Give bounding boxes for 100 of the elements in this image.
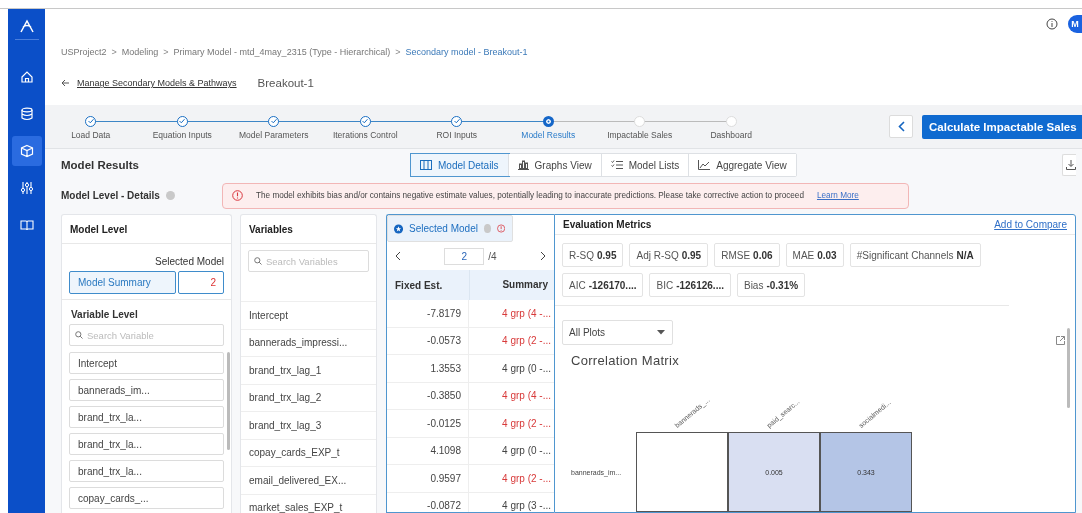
checklist-icon	[610, 160, 623, 170]
sliders-icon	[19, 181, 34, 195]
chart-title: Correlation Matrix	[571, 353, 680, 368]
table-cell: market_sales_EXP_t	[249, 502, 343, 513]
table-cell-text: 4 grp (4 -...	[501, 307, 552, 319]
step-label[interactable]: Model Results	[521, 129, 576, 140]
page-total: /4	[488, 250, 497, 262]
breadcrumb-link[interactable]: Modeling	[121, 47, 159, 57]
download-button[interactable]	[1062, 154, 1076, 176]
database-icon	[19, 107, 34, 121]
table-cell: -7.8179	[387, 300, 469, 327]
book-icon	[19, 218, 34, 232]
table-cell: -0.3850	[387, 382, 469, 409]
home-icon	[19, 70, 34, 84]
back-link[interactable]: Manage Secondary Models & Pathways	[77, 78, 237, 88]
metric-chip: MAE 0.03	[785, 243, 844, 267]
step-label[interactable]: Dashboard	[710, 129, 753, 140]
page-field[interactable]: 2	[444, 247, 485, 265]
warning-icon	[232, 190, 243, 201]
back-arrow-icon[interactable]	[61, 79, 70, 87]
table-cell-text: 4 grp (3 -...	[501, 500, 552, 512]
search-field[interactable]: Search Variables	[248, 250, 369, 272]
step-label[interactable]: Load Data	[71, 129, 111, 140]
table-cell: brand_trx_lag_2	[249, 392, 322, 404]
info-icon[interactable]	[1046, 18, 1058, 30]
add-to-compare-link[interactable]: Add to Compare	[994, 219, 1067, 230]
breadcrumb-link[interactable]: Primary Model - mtd_4may_2315 (Type - Hierarchical)	[173, 47, 391, 57]
section-title: Model Results	[61, 159, 140, 171]
variable-item[interactable]: brand_trx_la...	[69, 406, 224, 428]
search-field[interactable]: Search Variable	[69, 324, 224, 346]
page-title: Breakout-1	[257, 77, 314, 89]
subtitle: Model Level - Details	[61, 190, 160, 201]
table-cell-text: 4 grp (2 -...	[501, 472, 552, 484]
calculate-impactable-sales-button[interactable]: Calculate Impactable Sales	[922, 114, 1082, 139]
variable-item[interactable]: brand_trx_la...	[69, 460, 224, 482]
table-cell: bannerads_impressi...	[249, 337, 348, 349]
step-label[interactable]: Model Parameters	[239, 129, 309, 140]
column-header: Fixed Est.	[394, 279, 444, 291]
chevron-left-icon	[897, 121, 905, 132]
breadcrumb-separator: >	[111, 47, 117, 57]
view-tab[interactable]: Graphs View	[508, 154, 602, 176]
panel-title: Evaluation Metrics	[563, 219, 652, 230]
table-cell: Intercept	[249, 309, 288, 321]
metric-chip: RMSE 0.06	[714, 243, 780, 267]
table-cell: brand_trx_lag_3	[249, 419, 322, 431]
table-cell-text: 4 grp (2 -...	[501, 417, 552, 429]
metric-chip: BIC -126126....	[649, 273, 731, 297]
previous-button[interactable]	[889, 115, 913, 138]
metric-chip: R-SQ 0.95	[562, 243, 624, 267]
table-cell: 4.1098	[387, 437, 469, 464]
table-cell: copay_cards_EXP_t	[249, 447, 340, 459]
table-cell: brand_trx_lag_1	[249, 364, 322, 376]
breadcrumb-link[interactable]: USProject2	[61, 47, 107, 57]
variable-item[interactable]: copay_cards_...	[69, 487, 224, 509]
model-summary-button[interactable]: Model Summary	[69, 271, 176, 294]
chevron-left-icon[interactable]	[395, 251, 401, 261]
step-label[interactable]: Iterations Control	[332, 129, 398, 140]
breadcrumb-separator: >	[163, 47, 169, 57]
table-cell-text: 4 grp (2 -...	[501, 335, 552, 347]
scrollbar[interactable]	[1067, 328, 1070, 408]
table-cell-text: 4 grp (0 -...	[501, 445, 552, 457]
table-cell-text: 4 grp (4 -...	[501, 390, 552, 402]
plot-dropdown[interactable]: All Plots	[562, 320, 673, 345]
caret-icon	[657, 330, 665, 335]
view-tab[interactable]: Model Details	[411, 154, 509, 176]
table-cell: -0.0125	[387, 410, 469, 437]
learn-more-link[interactable]: Learn More	[816, 191, 859, 200]
chevron-right-icon[interactable]	[540, 251, 546, 261]
alert-message: The model exhibits bias and/or contains negative estimate values, potentially leading to inaccurate predictions. Please take corrective action to proceed	[256, 191, 804, 200]
warning-icon	[496, 223, 505, 234]
scrollbar[interactable]	[227, 352, 230, 450]
breadcrumb-link[interactable]: Secondary model - Breakout-1	[405, 47, 528, 57]
panel-title: Variables	[249, 223, 293, 235]
star-badge-icon	[394, 222, 403, 235]
external-link-icon[interactable]	[1056, 336, 1065, 345]
metric-chip: Adj R-SQ 0.95	[629, 243, 709, 267]
panel-title: Model Level	[70, 223, 128, 235]
sidebar-item[interactable]	[11, 136, 42, 166]
table-cell: -0.0872	[387, 492, 469, 512]
logo-icon	[19, 19, 34, 33]
table-cell: email_delivered_EX...	[249, 474, 347, 486]
variable-item[interactable]: brand_trx_la...	[69, 433, 224, 455]
step-label[interactable]: Equation Inputs	[152, 129, 212, 140]
step-label[interactable]: ROI Inputs	[436, 129, 478, 140]
variable-item[interactable]: bannerads_im...	[69, 379, 224, 401]
breadcrumb-separator: >	[395, 47, 401, 57]
variable-item[interactable]: Intercept	[69, 352, 224, 374]
columns-icon	[420, 160, 432, 170]
bar-chart-icon	[517, 160, 529, 170]
selected-model-label: Selected Model	[155, 256, 224, 267]
cube-icon	[19, 144, 34, 158]
metric-chip: AIC -126170....	[562, 273, 644, 297]
table-cell: 0.9597	[387, 465, 469, 492]
avatar[interactable]: M	[1068, 15, 1082, 33]
metric-chip: #Significant Channels N/A	[849, 243, 981, 267]
step-label[interactable]: Impactable Sales	[607, 129, 673, 140]
download-icon	[1066, 159, 1076, 170]
table-cell: -0.0573	[387, 327, 469, 354]
table-cell-text: 4 grp (0 -...	[501, 362, 552, 374]
line-chart-icon	[698, 160, 711, 170]
